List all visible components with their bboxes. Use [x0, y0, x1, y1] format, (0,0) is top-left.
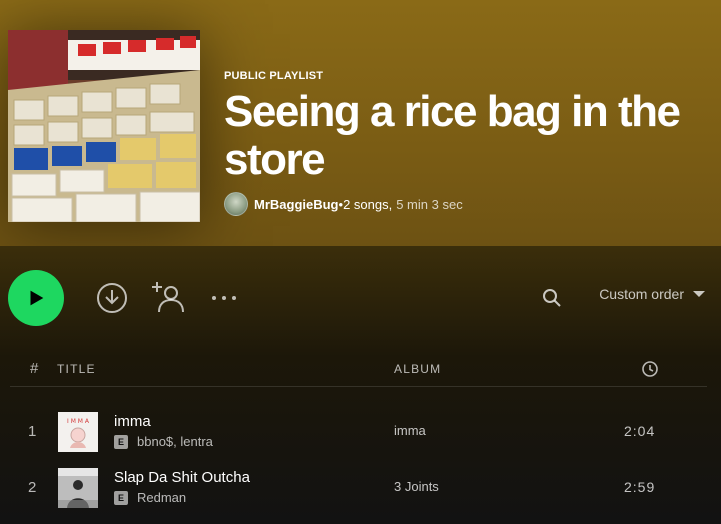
explicit-badge: E [114, 434, 128, 449]
play-icon [30, 290, 44, 306]
track-subtitle: E Redman [114, 490, 186, 505]
clock-icon [642, 361, 658, 377]
column-duration[interactable] [641, 360, 659, 381]
column-number: # [30, 360, 40, 377]
track-number: 1 [28, 423, 37, 440]
sort-dropdown[interactable]: Custom order [599, 286, 705, 302]
3-joints-album-art [58, 468, 98, 508]
track-duration: 2:59 [624, 479, 656, 495]
download-icon [97, 283, 127, 313]
playlist-owner-link[interactable]: MrBaggieBug [254, 197, 339, 212]
column-title[interactable]: TITLE [57, 362, 96, 376]
playlist-meta: MrBaggieBug • 2 songs, 5 min 3 sec [224, 192, 714, 216]
column-album[interactable]: ALBUM [394, 362, 441, 376]
track-title[interactable]: imma [114, 413, 151, 430]
download-button[interactable] [96, 282, 128, 314]
user-avatar[interactable] [224, 192, 248, 216]
track-title[interactable]: Slap Da Shit Outcha [114, 469, 250, 486]
more-options-icon [212, 296, 236, 300]
add-user-icon [152, 282, 184, 313]
track-artists[interactable]: Redman [137, 490, 186, 505]
sort-label: Custom order [599, 286, 684, 302]
explicit-badge: E [114, 490, 128, 505]
svg-text:I M M A: I M M A [67, 418, 90, 425]
tracklist-section: Custom order # TITLE ALBUM 1 I M M A imm… [0, 246, 721, 524]
track-album[interactable]: imma [394, 423, 426, 438]
tracklist-header: # TITLE ALBUM [10, 354, 707, 387]
play-button[interactable] [8, 270, 64, 326]
add-collaborator-button[interactable] [150, 280, 186, 314]
track-row-2[interactable]: 2 Slap Da Shit Outcha E Redman 3 Joints … [10, 463, 707, 513]
search-in-playlist-button[interactable] [542, 288, 562, 308]
playlist-title: Seeing a rice bag in the store [224, 87, 681, 184]
rice-bag-store-photo [8, 30, 200, 222]
track-artwork[interactable]: I M M A [58, 412, 98, 452]
track-album[interactable]: 3 Joints [394, 479, 439, 494]
playlist-duration: 5 min 3 sec [396, 196, 463, 212]
song-count: 2 songs, [343, 196, 393, 212]
track-subtitle: E bbno$, lentra [114, 434, 213, 449]
playlist-header: PUBLIC PLAYLIST Seeing a rice bag in the… [0, 0, 721, 246]
track-duration: 2:04 [624, 423, 656, 439]
track-number: 2 [28, 479, 37, 496]
search-icon [543, 289, 561, 307]
chevron-down-icon [693, 291, 705, 297]
more-options-button[interactable] [210, 292, 238, 304]
track-row-1[interactable]: 1 I M M A imma E bbno$, lentra imma 2:04 [10, 407, 707, 457]
playlist-cover-image[interactable] [8, 30, 200, 222]
track-artwork[interactable] [58, 468, 98, 508]
playlist-info: PUBLIC PLAYLIST Seeing a rice bag in the… [224, 70, 714, 216]
action-bar: Custom order [8, 270, 713, 326]
imma-album-art: I M M A [58, 412, 98, 452]
playlist-type-label: PUBLIC PLAYLIST [224, 70, 324, 82]
track-artists[interactable]: bbno$, lentra [137, 434, 213, 449]
